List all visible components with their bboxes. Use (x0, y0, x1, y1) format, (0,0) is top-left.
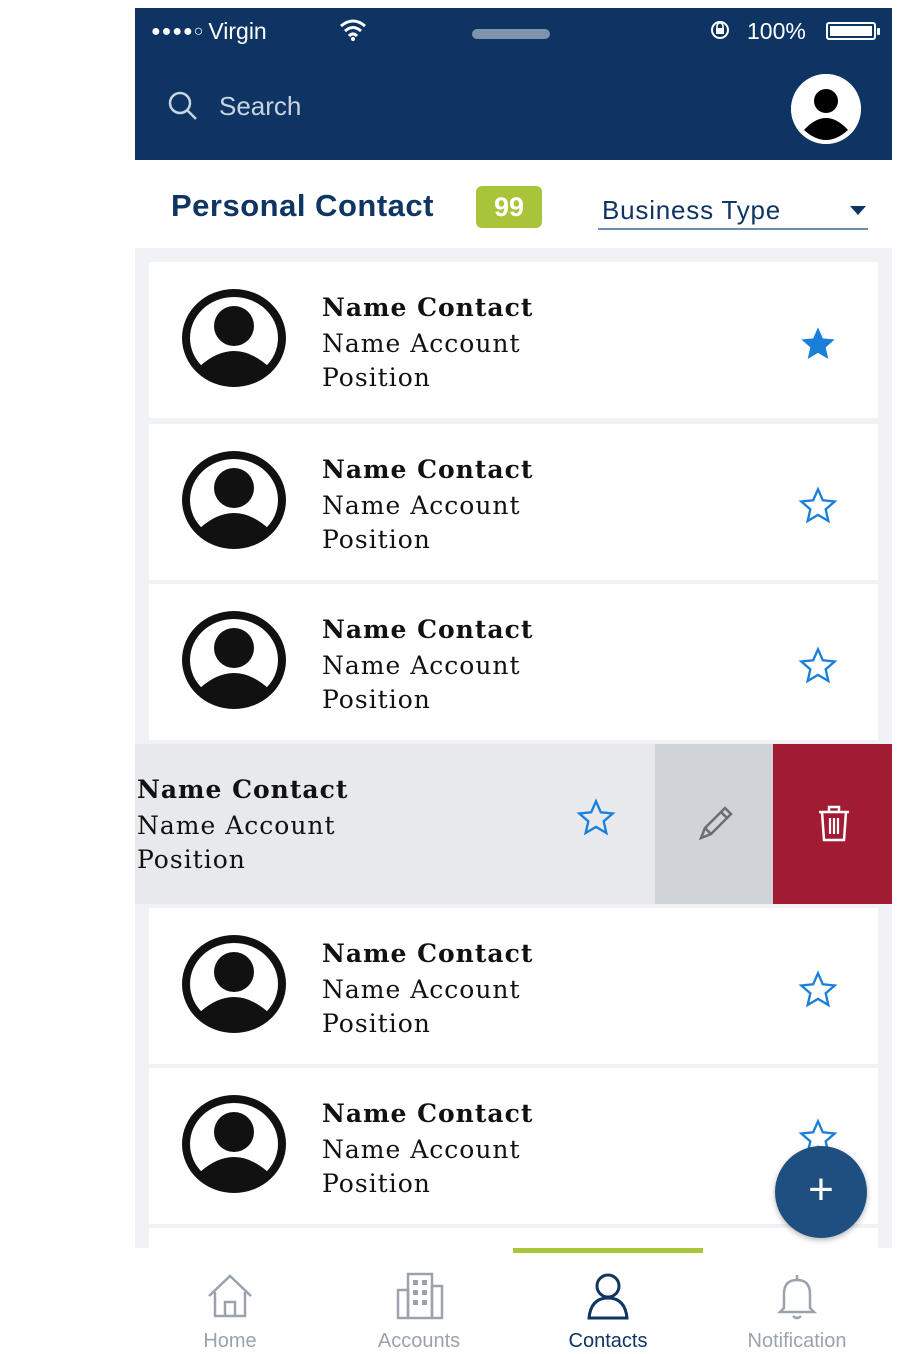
nav-label: Accounts (377, 1330, 461, 1352)
contact-info: Name Contact Name Account Position (322, 290, 533, 394)
section-header: Personal Contact 99 Business Type (135, 160, 892, 248)
search-icon (168, 91, 197, 120)
contact-info: Name Contact Name Account Position (322, 936, 533, 1040)
active-tab-indicator (513, 1248, 703, 1253)
user-icon (791, 74, 861, 144)
battery-percent: 100% (747, 18, 806, 44)
status-bar: ●●●●○ Virgin 100% (135, 8, 892, 54)
count-badge: 99 (476, 186, 542, 228)
nav-contacts[interactable]: Contacts (513, 1270, 703, 1353)
delete-button[interactable] (773, 744, 892, 904)
battery-icon (826, 22, 880, 40)
contact-info: Name Contact Name Account Position (322, 1096, 533, 1200)
position: Position (322, 525, 431, 554)
nav-accounts[interactable]: Accounts (324, 1270, 514, 1353)
contact-avatar-icon (182, 611, 286, 709)
trash-icon (819, 805, 849, 842)
account-name: Name Account (322, 1135, 521, 1164)
contact-name: Name Contact (322, 615, 534, 644)
contact-info: Name Contact Name Account Position (322, 612, 533, 716)
carrier-name: Virgin (208, 18, 267, 44)
pencil-icon (698, 806, 733, 841)
contact-name: Name Contact (322, 939, 534, 968)
person-icon (587, 1273, 629, 1320)
dropdown-label: Business Type (602, 194, 782, 225)
position: Position (322, 1169, 431, 1198)
position: Position (322, 363, 431, 392)
position: Position (322, 1009, 431, 1038)
bottom-navigation: Home Accounts Contacts Notification (135, 1248, 892, 1354)
contact-name: Name Contact (322, 455, 534, 484)
building-icon (396, 1272, 444, 1320)
contact-card[interactable]: Name Contact Name Account Position (149, 1068, 878, 1224)
account-name: Name Account (322, 651, 521, 680)
signal-dots-icon: ●●●●○ (151, 22, 205, 40)
bell-icon (776, 1275, 818, 1320)
star-outline-icon[interactable] (575, 798, 617, 838)
home-indicator (472, 29, 550, 39)
contact-list: Name Contact Name Account Position Name … (135, 248, 892, 1258)
carrier-indicator: ●●●●○ Virgin (151, 18, 267, 45)
swiped-contact-row[interactable]: Name Contact Name Account Position (135, 744, 892, 904)
contact-card[interactable]: Name Contact Name Account Position (149, 262, 878, 418)
contact-card[interactable]: Name Contact Name Account Position (135, 744, 655, 904)
contact-card[interactable]: Name Contact Name Account Position (149, 584, 878, 740)
contact-name: Name Contact (137, 775, 349, 804)
contact-avatar-icon (182, 935, 286, 1033)
wifi-icon (340, 19, 366, 41)
contact-avatar-icon (182, 289, 286, 387)
position: Position (322, 685, 431, 714)
contact-info: Name Contact Name Account Position (137, 772, 348, 876)
home-icon (208, 1274, 252, 1318)
position: Position (137, 845, 246, 874)
account-name: Name Account (322, 329, 521, 358)
star-outline-icon[interactable] (797, 646, 839, 686)
contact-name: Name Contact (322, 293, 534, 322)
section-title: Personal Contact (171, 188, 434, 223)
star-outline-icon[interactable] (797, 970, 839, 1010)
nav-label: Notification (747, 1330, 847, 1352)
phone-screen: ●●●●○ Virgin 100% Search Personal Contac… (135, 8, 892, 1354)
profile-avatar[interactable] (791, 74, 861, 144)
contact-name: Name Contact (322, 1099, 534, 1128)
nav-label: Home (203, 1330, 257, 1352)
nav-home[interactable]: Home (135, 1270, 325, 1353)
contact-card[interactable]: Name Contact Name Account Position (149, 908, 878, 1064)
app-header: ●●●●○ Virgin 100% Search (135, 8, 892, 160)
rotation-lock-icon (711, 21, 729, 39)
search-bar[interactable]: Search (165, 86, 565, 126)
search-input[interactable]: Search (219, 91, 301, 122)
edit-button[interactable] (655, 744, 773, 904)
nav-notification[interactable]: Notification (702, 1270, 892, 1353)
chevron-down-icon (850, 205, 866, 215)
contact-info: Name Contact Name Account Position (322, 452, 533, 556)
contact-avatar-icon (182, 451, 286, 549)
business-type-dropdown[interactable]: Business Type (598, 192, 868, 230)
account-name: Name Account (322, 975, 521, 1004)
star-filled-icon[interactable] (797, 324, 839, 364)
contact-card[interactable]: Name Contact Name Account Position (149, 424, 878, 580)
account-name: Name Account (137, 811, 336, 840)
add-contact-button[interactable]: + (775, 1146, 867, 1238)
star-outline-icon[interactable] (797, 486, 839, 526)
account-name: Name Account (322, 491, 521, 520)
contact-avatar-icon (182, 1095, 286, 1193)
nav-label: Contacts (568, 1330, 648, 1352)
